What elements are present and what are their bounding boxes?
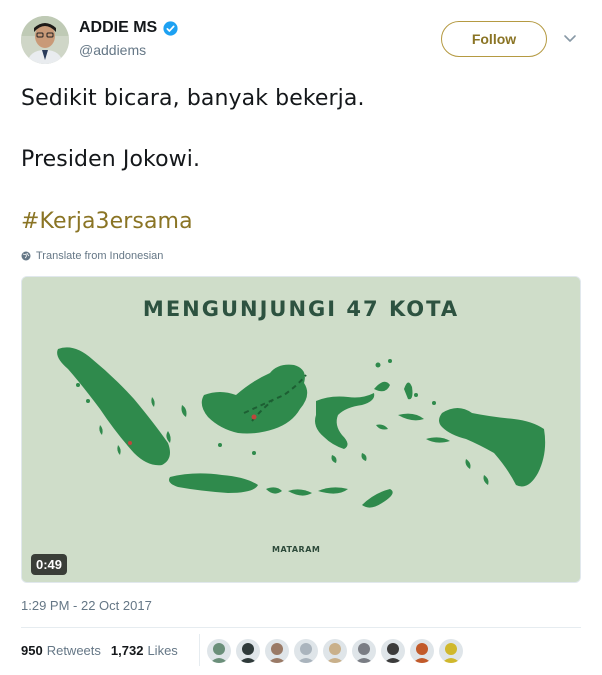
liker-avatar[interactable] <box>439 639 463 663</box>
video-title-text: MENGUNJUNGI 47 KOTA <box>142 297 460 321</box>
liker-avatars <box>207 639 468 663</box>
map-city-label: MATARAM <box>272 545 321 554</box>
translate-label[interactable]: Translate from Indonesian <box>36 250 163 262</box>
retweets-stat[interactable]: 950 Retweets <box>21 643 101 658</box>
globe-icon <box>21 251 31 261</box>
author-name[interactable]: ADDIE MS <box>79 19 179 37</box>
chevron-down-icon[interactable] <box>562 30 578 46</box>
verified-badge-icon <box>163 20 178 36</box>
liker-avatar[interactable] <box>207 639 231 663</box>
tweet-text-line-2: Presiden Jokowi. <box>21 147 201 172</box>
author-avatar[interactable] <box>21 16 69 64</box>
liker-avatar[interactable] <box>410 639 434 663</box>
video-duration-badge: 0:49 <box>31 554 68 575</box>
liker-avatar[interactable] <box>294 639 318 663</box>
retweets-count[interactable]: 950 <box>21 643 43 658</box>
likes-stat[interactable]: 1,732 Likes <box>111 643 178 658</box>
author-name-text[interactable]: ADDIE MS <box>79 19 157 37</box>
stats-separator <box>199 634 200 666</box>
retweets-label[interactable]: Retweets <box>47 643 101 658</box>
tweet-text-line-1: Sedikit bicara, banyak bekerja. <box>21 86 365 111</box>
liker-avatar[interactable] <box>236 639 260 663</box>
liker-avatar[interactable] <box>323 639 347 663</box>
likes-label[interactable]: Likes <box>147 643 177 658</box>
author-handle[interactable]: @addiems <box>79 42 146 58</box>
translate-link[interactable]: Translate from Indonesian <box>21 250 163 262</box>
tweet-stats: 950 Retweets 1,732 Likes <box>21 643 178 658</box>
likes-count[interactable]: 1,732 <box>111 643 144 658</box>
liker-avatar[interactable] <box>381 639 405 663</box>
follow-button[interactable]: Follow <box>441 21 547 57</box>
hashtag-link[interactable]: #Kerja3ersama <box>21 209 193 234</box>
tweet-timestamp[interactable]: 1:29 PM - 22 Oct 2017 <box>21 598 152 613</box>
tweet-header: ADDIE MS @addiems Follow <box>21 14 581 64</box>
liker-avatar[interactable] <box>352 639 376 663</box>
liker-avatar[interactable] <box>265 639 289 663</box>
indonesia-map-graphic <box>22 277 580 582</box>
video-player[interactable]: MENGUNJUNGI 47 KOTA MATARAM 0:49 <box>21 276 581 583</box>
divider <box>21 627 581 628</box>
